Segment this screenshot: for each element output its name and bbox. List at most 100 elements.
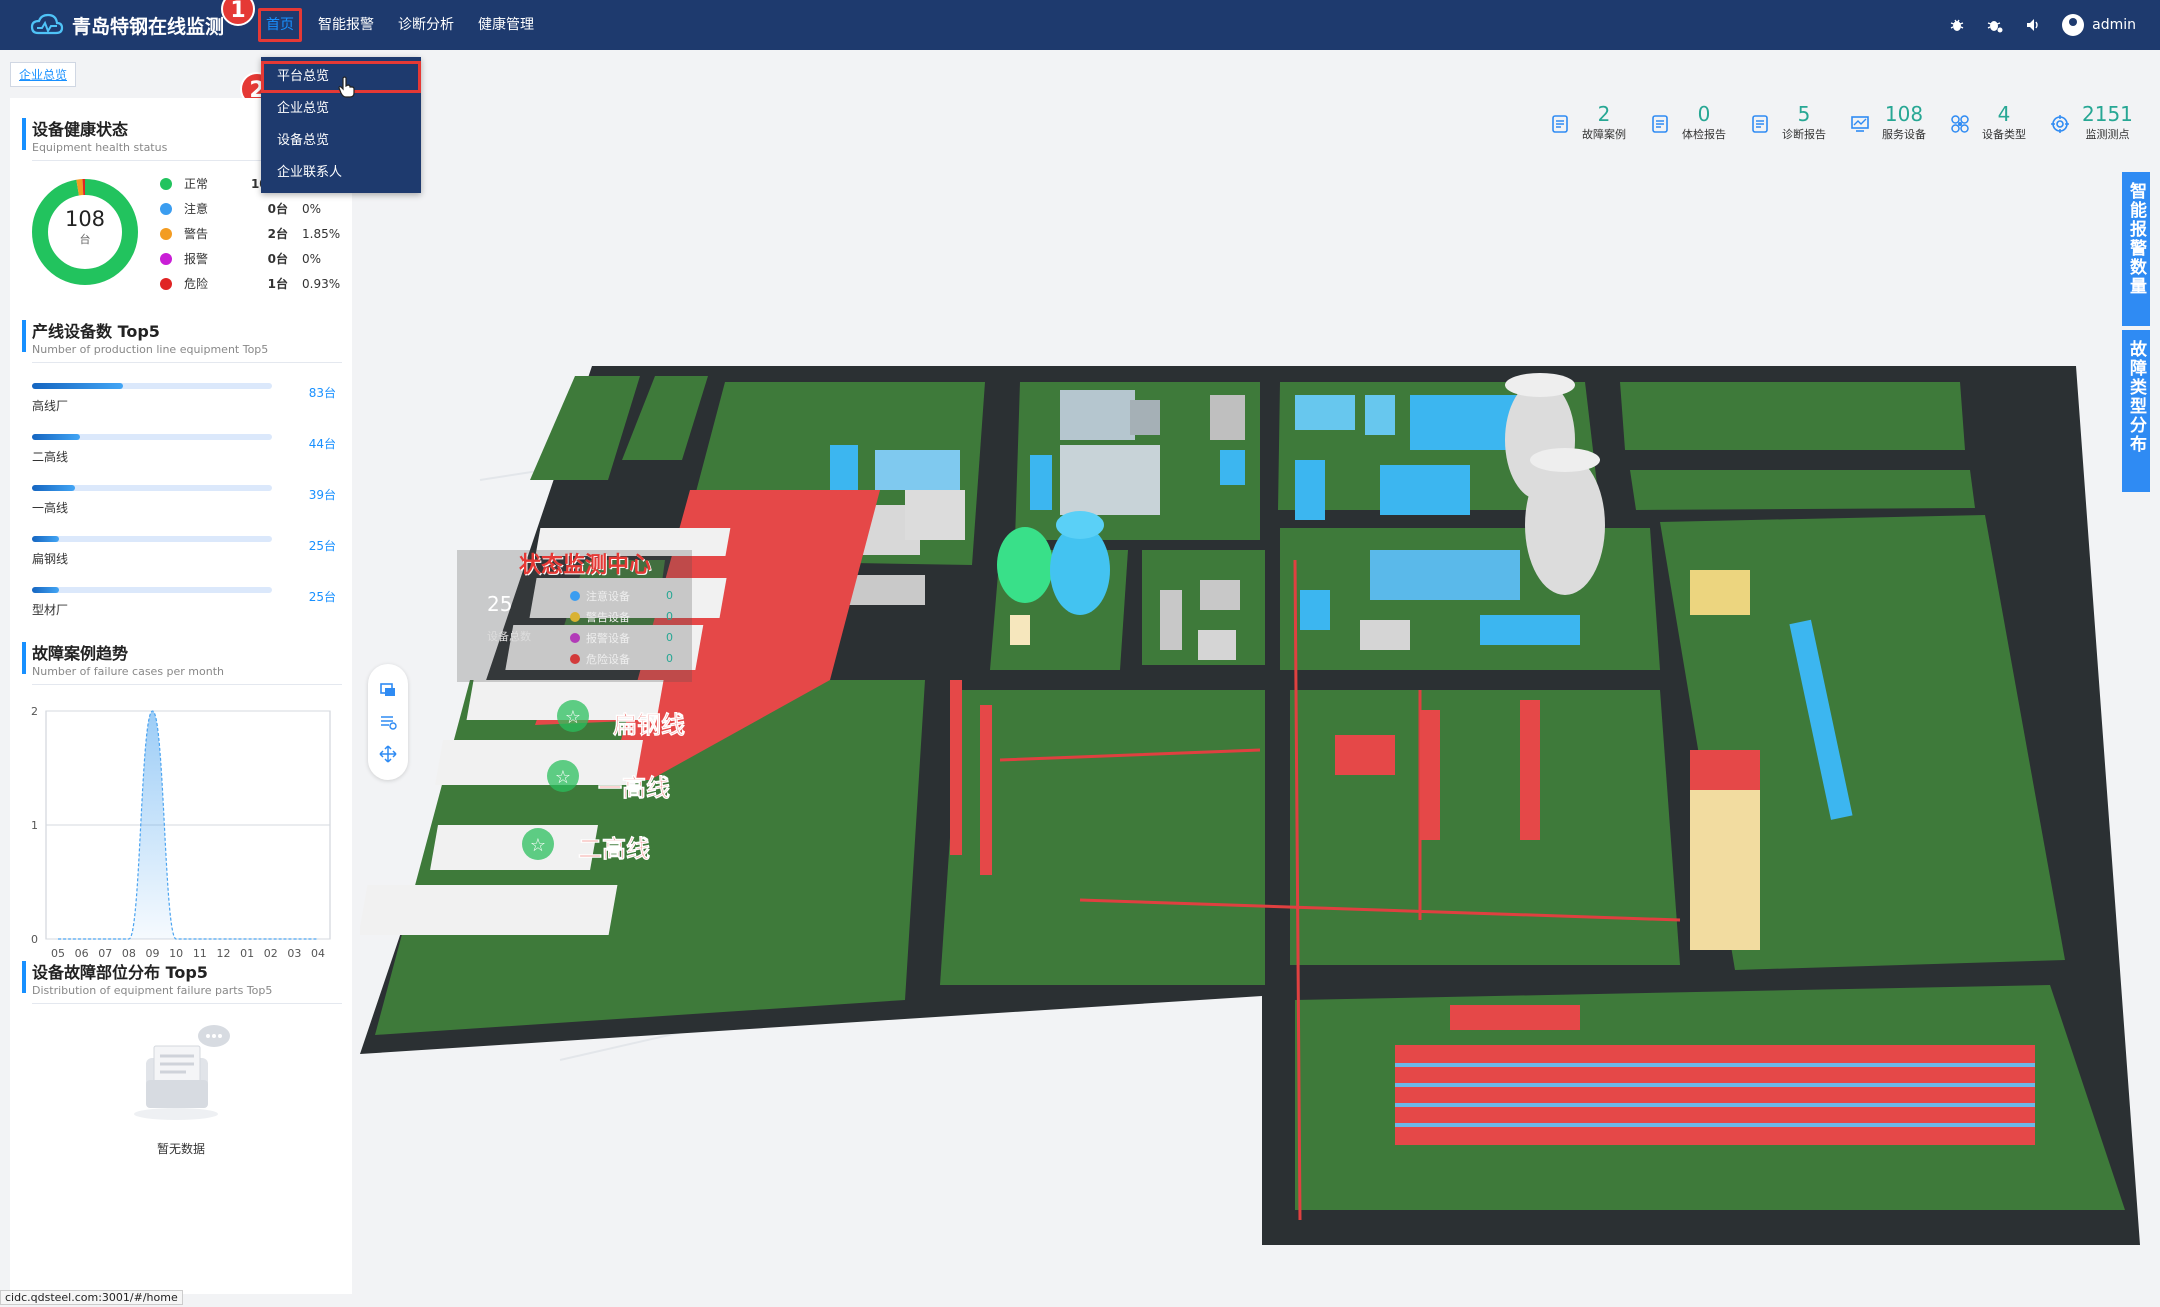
top-right-tools: admin [1948,14,2136,36]
bar-name: 一高线 [32,501,69,515]
stat-label: 诊断报告 [1782,128,1826,141]
bar-row[interactable]: 型材厂 25台 [32,581,336,632]
bar-row[interactable]: 二高线 44台 [32,428,336,479]
stat-diagnosis-reports[interactable]: 5 诊断报告 [1750,102,1850,142]
empty-text: 暂无数据 [156,1142,205,1156]
legend-dot [160,277,172,290]
legend-row[interactable]: 警告 2台 1.85% [160,221,352,246]
bar-track [32,383,272,389]
legend-row[interactable]: 报警 0台 0% [160,246,352,271]
app-logo[interactable]: 青岛特钢在线监测 [30,12,224,39]
status-count: 0 [666,631,673,644]
map-toolbar [368,664,408,780]
map-label-line1[interactable]: 一高线 [598,774,671,803]
health-donut-chart[interactable]: 108 台 [30,177,140,287]
section-title: 设备故障部位分布 Top5 [32,963,208,982]
status-name: 危险设备 [586,652,630,666]
map-marker-star-icon[interactable]: ☆ [547,760,579,792]
document-icon [1652,115,1668,133]
avatar [2062,14,2085,36]
section-header-top5: 产线设备数 Top5 Number of production line equ… [10,318,352,356]
legend-row[interactable]: 注意 0台 0% [160,196,352,221]
stat-service-devices[interactable]: 108 服务设备 [1850,102,1950,142]
bar-row[interactable]: 高线厂 83台 [32,377,336,428]
bar-value: 25台 [308,590,336,604]
factory-3d-map[interactable]: 扁钢线 一高线 二高线 ☆ ☆ ☆ [360,360,2158,1260]
breadcrumb[interactable]: 企业总览 [10,62,77,87]
map-label-flatsteel[interactable]: 扁钢线 [613,711,686,740]
list-icon[interactable] [379,713,397,731]
bug-icon[interactable] [1948,16,1966,34]
nav-diagnosis[interactable]: 诊断分析 [386,0,466,50]
status-row: 注意设备 0 [570,585,690,606]
nav-smart-alarm[interactable]: 智能报警 [306,0,386,50]
nav-home[interactable]: 首页 [254,0,306,50]
empty-state: 暂无数据 [10,1004,352,1157]
stat-device-types[interactable]: 4 设备类型 [1950,102,2050,142]
bar-track [32,536,272,542]
bar-track [32,485,272,491]
legend-dot [160,202,172,215]
user-menu[interactable]: admin [2062,14,2136,36]
map-marker-star-icon[interactable]: ☆ [557,700,589,732]
tab-alarm-count[interactable]: 智能报警数量 [2122,172,2150,326]
status-row: 危险设备 0 [570,648,690,669]
stat-value: 2 [1597,102,1611,126]
status-center-list: 注意设备 0 警告设备 0 报警设备 0 危险设备 0 [570,585,690,669]
section-header-trend: 故障案例趋势 Number of failure cases per month [10,640,352,678]
svg-text:☆: ☆ [530,835,546,856]
bar-name: 二高线 [32,450,69,464]
nav-health[interactable]: 健康管理 [466,0,546,50]
map-block [1630,470,1975,510]
volume-icon[interactable] [2024,16,2042,34]
legend-count: 0台 [267,252,288,266]
stat-value: 0 [1697,102,1711,126]
app-title: 青岛特钢在线监测 [72,15,225,38]
stat-label: 故障案例 [1582,128,1626,141]
stat-label: 体检报告 [1682,128,1726,141]
bar-value: 25台 [308,539,336,553]
bar-track [32,587,272,593]
bar-name: 高线厂 [32,399,69,413]
bar-fill [32,434,80,440]
status-center-title: 状态监测中心 [519,553,652,578]
donut-unit: 台 [79,233,91,246]
y-tick-label: 2 [31,705,38,718]
top-bar: 青岛特钢在线监测 首页 智能报警 诊断分析 健康管理 admin [0,0,2160,50]
bar-name: 扁钢线 [32,552,69,566]
status-dot [570,590,580,601]
status-center-popup[interactable]: 状态监测中心 25 设备总数 注意设备 0 警告设备 0 报警设备 0 危险设备 0 [457,550,692,682]
bar-row[interactable]: 一高线 39台 [32,479,336,530]
menu-item-enterprise-contacts[interactable]: 企业联系人 [261,157,421,189]
bar-value: 39台 [308,488,336,502]
legend-row[interactable]: 危险 1台 0.93% [160,271,352,296]
stat-monitor-points[interactable]: 2151 监测测点 [2050,102,2150,142]
status-name: 注意设备 [586,589,630,603]
map-label-line2[interactable]: 二高线 [578,835,651,864]
status-center-total: 25 [487,592,513,616]
legend-name: 正常 [184,177,209,191]
failure-trend-chart[interactable]: 0 1 2 05 06 07 08 09 10 11 12 01 02 03 04 [10,695,352,965]
stat-value: 5 [1797,102,1811,126]
y-tick-label: 0 [31,933,38,946]
menu-item-device-overview[interactable]: 设备总览 [261,125,421,157]
main-nav: 首页 智能报警 诊断分析 健康管理 [254,0,546,50]
move-icon[interactable] [379,745,397,763]
section-subtitle: Distribution of equipment failure parts … [32,984,273,997]
stat-fault-cases[interactable]: 2 故障案例 [1550,102,1650,142]
legend-name: 注意 [184,202,209,216]
stat-checkup-reports[interactable]: 0 体检报告 [1650,102,1750,142]
status-dot [570,611,580,622]
layers-icon[interactable] [379,681,397,699]
bar-row[interactable]: 扁钢线 25台 [32,530,336,581]
status-dot [570,653,580,664]
bar-value: 83台 [308,386,336,400]
section-subtitle: Number of production line equipment Top5 [32,343,269,356]
status-name: 警告设备 [586,610,630,624]
stat-label: 监测测点 [2085,128,2130,141]
legend-name: 危险 [184,277,209,291]
bug-alert-icon[interactable] [1986,16,2004,34]
map-marker-star-icon[interactable]: ☆ [522,828,554,860]
legend-dot [160,177,172,190]
tab-label: 智能报警数量 [2126,182,2146,296]
